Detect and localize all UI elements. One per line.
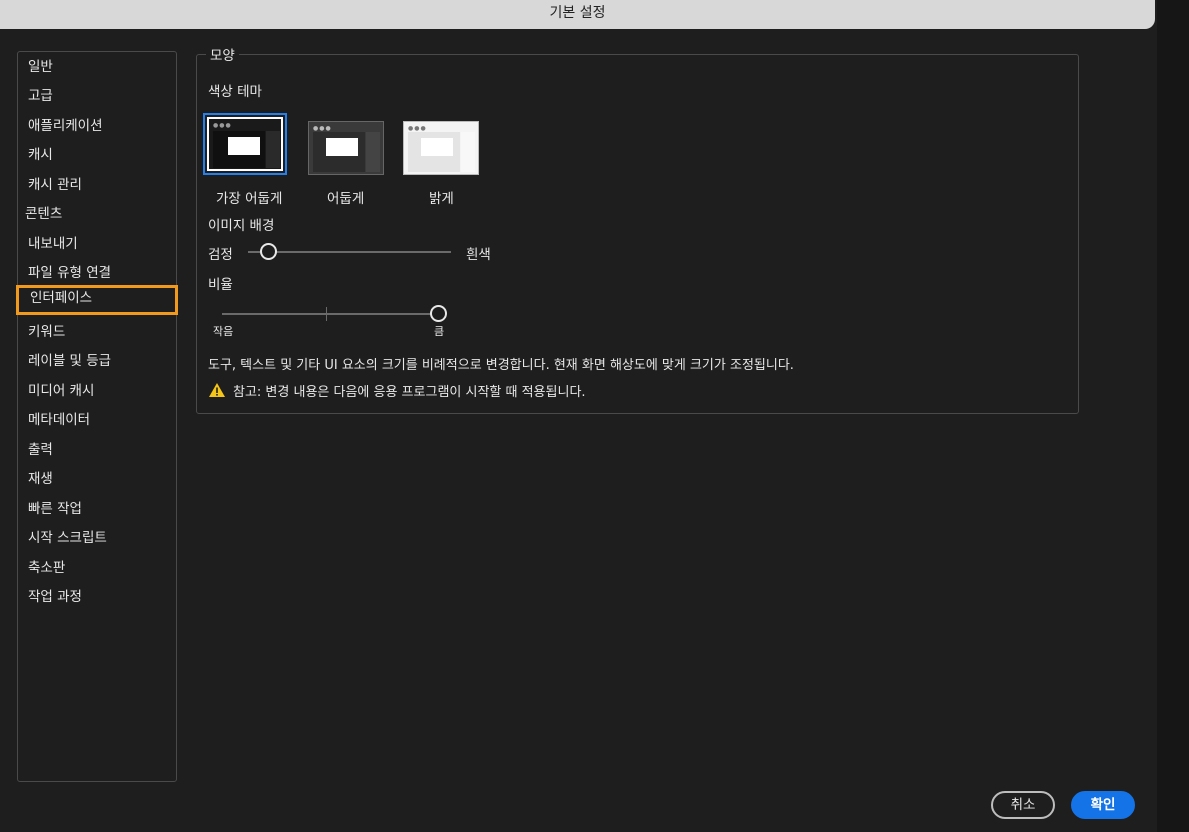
sidebar-item-quick-actions[interactable]: 빠른 작업 <box>28 496 82 522</box>
sidebar-item-general[interactable]: 일반 <box>28 54 53 80</box>
image-background-min-label: 검정 <box>208 247 233 263</box>
sidebar-item-output[interactable]: 출력 <box>28 437 53 463</box>
image-background-slider-track[interactable] <box>248 251 451 253</box>
sidebar-item-advanced[interactable]: 고급 <box>28 83 53 109</box>
sidebar-item-keywords[interactable]: 키워드 <box>28 319 65 345</box>
sidebar-item-playback[interactable]: 재생 <box>28 466 53 492</box>
theme-darkest-option[interactable]: ●●● <box>203 113 287 175</box>
scale-slider-tick <box>326 307 327 321</box>
sidebar-item-cache-management[interactable]: 캐시 관리 <box>28 172 82 198</box>
color-theme-label: 색상 테마 <box>208 84 262 100</box>
cancel-button[interactable]: 취소 <box>991 791 1055 819</box>
window-dots-icon: ●●● <box>313 125 332 132</box>
theme-darkest-label: 가장 어둡게 <box>216 191 283 207</box>
sidebar-item-metadata[interactable]: 메타데이터 <box>28 407 90 433</box>
window-dots-icon: ●●● <box>408 125 427 132</box>
scale-description: 도구, 텍스트 및 기타 UI 요소의 크기를 비례적으로 변경합니다. 현재 … <box>208 358 794 373</box>
scale-min-label: 작음 <box>213 325 234 338</box>
sidebar-item-application[interactable]: 애플리케이션 <box>28 113 103 139</box>
sidebar-item-media-cache[interactable]: 미디어 캐시 <box>28 378 94 404</box>
image-background-max-label: 흰색 <box>466 247 491 263</box>
sidebar-item-labels-and-ratings[interactable]: 레이블 및 등급 <box>28 348 111 374</box>
theme-dark-option[interactable]: ●●● <box>308 121 384 175</box>
sidebar-item-thumbnails[interactable]: 축소판 <box>28 555 65 581</box>
theme-light-label: 밝게 <box>429 191 454 207</box>
background-strip <box>1157 0 1189 832</box>
sidebar-item-export[interactable]: 내보내기 <box>28 231 78 257</box>
sidebar-item-cache[interactable]: 캐시 <box>28 142 53 168</box>
window-dots-icon: ●●● <box>213 122 232 129</box>
category-sidebar: 일반 고급 애플리케이션 캐시 캐시 관리 콘텐츠 내보내기 파일 유형 연결 … <box>16 51 178 782</box>
scale-label: 비율 <box>208 277 233 293</box>
image-background-label: 이미지 배경 <box>208 218 275 234</box>
sidebar-item-startup-scripts[interactable]: 시작 스크립트 <box>28 525 107 551</box>
ok-button[interactable]: 확인 <box>1071 791 1135 819</box>
sidebar-item-file-type-association[interactable]: 파일 유형 연결 <box>28 260 111 286</box>
window-title: 기본 설정 <box>0 0 1155 29</box>
scale-slider-track[interactable] <box>222 313 432 315</box>
sidebar-item-workflow[interactable]: 작업 과정 <box>28 584 82 610</box>
scale-slider-knob[interactable] <box>430 305 447 322</box>
sidebar-item-interface[interactable]: 인터페이스 <box>16 285 178 315</box>
theme-light-option[interactable]: ●●● <box>403 121 479 175</box>
theme-dark-label: 어둡게 <box>327 191 365 207</box>
preferences-dialog: 기본 설정 일반 고급 애플리케이션 캐시 캐시 관리 콘텐츠 내보내기 파일 … <box>0 0 1157 832</box>
scale-max-label: 큼 <box>434 325 445 338</box>
appearance-group-title: 모양 <box>206 44 239 64</box>
sidebar-item-content[interactable]: 콘텐츠 <box>25 201 62 227</box>
restart-note: 참고: 변경 내용은 다음에 응용 프로그램이 시작할 때 적용됩니다. <box>233 385 586 400</box>
warning-icon <box>209 383 225 397</box>
